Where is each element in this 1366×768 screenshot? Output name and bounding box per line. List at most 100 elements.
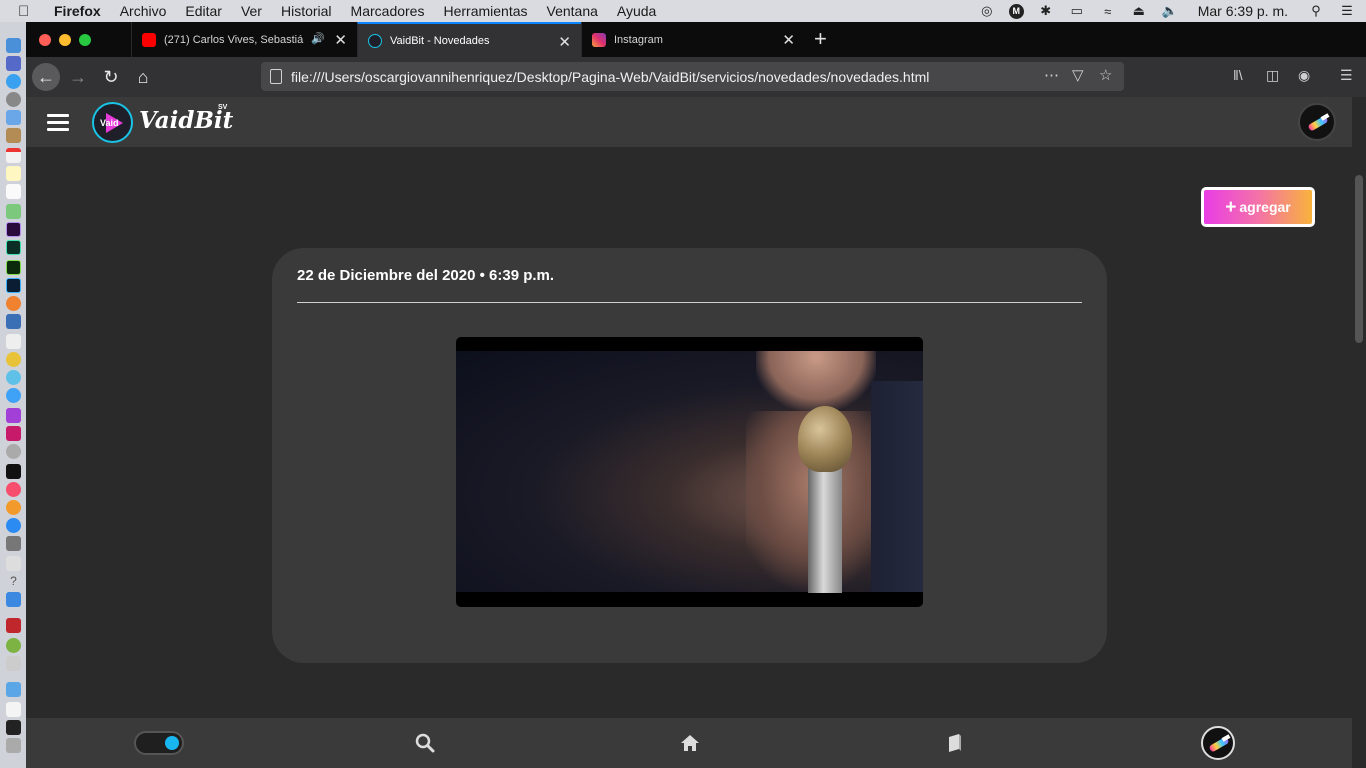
wifi-icon[interactable]: ≈ xyxy=(1099,4,1117,19)
chrome-icon[interactable] xyxy=(6,352,21,367)
notes-icon[interactable] xyxy=(6,166,21,181)
page-actions-icon[interactable]: ⋯ xyxy=(1044,66,1059,84)
premiere-icon[interactable] xyxy=(6,222,21,237)
forward-icon[interactable]: → xyxy=(64,63,92,91)
ps-express-icon[interactable] xyxy=(6,408,21,423)
mail-icon[interactable] xyxy=(6,110,21,125)
scanner-icon[interactable] xyxy=(6,656,21,671)
firefox-icon[interactable] xyxy=(6,296,21,311)
url-bar[interactable]: file:///Users/oscargiovannihenriquez/Des… xyxy=(261,62,1124,91)
speaker-icon[interactable]: 🔊 xyxy=(311,32,325,45)
reload-icon[interactable]: ↻ xyxy=(97,63,125,91)
contacts-icon[interactable] xyxy=(6,128,21,143)
menu-ventana[interactable]: Ventana xyxy=(547,3,598,19)
menubar-clock[interactable]: Mar 6:39 p. m. xyxy=(1198,3,1288,19)
logo-icon[interactable]: Vaid xyxy=(92,102,133,143)
preview-icon[interactable] xyxy=(6,314,21,329)
tab-instagram[interactable]: Instagram ✕ xyxy=(581,22,805,57)
window-close-button[interactable] xyxy=(39,34,51,46)
home-icon[interactable] xyxy=(679,732,701,754)
filezilla-icon[interactable] xyxy=(6,618,21,633)
help-icon[interactable]: ? xyxy=(6,574,21,589)
bluetooth-icon[interactable]: ✱ xyxy=(1037,3,1055,18)
audition-icon[interactable] xyxy=(6,240,21,255)
singer-face xyxy=(756,351,876,411)
post-date: 22 de Diciembre del 2020 • 6:39 p.m. xyxy=(297,267,555,284)
terminal-icon[interactable] xyxy=(6,464,21,479)
scrollbar-thumb[interactable] xyxy=(1355,175,1363,343)
close-tab-icon[interactable]: ✕ xyxy=(334,31,347,49)
siri-icon[interactable] xyxy=(6,56,21,71)
disk-icon[interactable] xyxy=(6,556,21,571)
reminders-icon[interactable] xyxy=(6,184,21,199)
tab-title: Instagram xyxy=(614,33,663,46)
app-store-icon[interactable] xyxy=(6,518,21,533)
window-minimize-button[interactable] xyxy=(59,34,71,46)
app-circle-icon[interactable] xyxy=(6,444,21,459)
status-m-icon[interactable]: M xyxy=(1008,3,1024,19)
calendar-icon[interactable] xyxy=(6,148,21,163)
library-icon[interactable]: ‖\ xyxy=(1233,67,1243,83)
textedit-icon[interactable] xyxy=(6,334,21,349)
video-player[interactable] xyxy=(456,337,923,607)
menu-archivo[interactable]: Archivo xyxy=(120,3,167,19)
messages-icon[interactable] xyxy=(6,388,21,403)
spotlight-search-icon[interactable]: ⚲ xyxy=(1307,3,1325,18)
microphone-head xyxy=(798,406,852,472)
finder-icon[interactable] xyxy=(6,38,21,53)
navigation-toolbar: ← → ↻ ⌂ file:///Users/oscargiovannihenri… xyxy=(26,57,1366,97)
maps-icon[interactable] xyxy=(6,370,21,385)
bookmark-star-icon[interactable]: ☆ xyxy=(1099,66,1112,84)
terminal-small-icon[interactable] xyxy=(6,720,21,735)
menu-editar[interactable]: Editar xyxy=(185,3,222,19)
android-icon[interactable] xyxy=(6,638,21,653)
yoast-icon[interactable] xyxy=(6,426,21,441)
sidebar-icon[interactable]: ◫ xyxy=(1266,67,1279,84)
page-scrollbar[interactable] xyxy=(1352,97,1366,768)
eject-icon[interactable]: ⏏ xyxy=(1130,3,1148,18)
new-tab-button[interactable]: + xyxy=(814,26,827,52)
dark-mode-toggle[interactable] xyxy=(134,731,184,755)
safari-icon[interactable] xyxy=(6,74,21,89)
menu-marcadores[interactable]: Marcadores xyxy=(351,3,425,19)
photos-icon[interactable] xyxy=(6,204,21,219)
notification-center-icon[interactable]: ☰ xyxy=(1338,3,1356,18)
airplay-icon[interactable]: ▭ xyxy=(1068,3,1086,18)
pocket-icon[interactable]: ▽ xyxy=(1072,66,1084,84)
profile-avatar[interactable] xyxy=(1201,726,1235,760)
close-tab-icon[interactable]: ✕ xyxy=(782,31,795,49)
volume-icon[interactable]: 🔈 xyxy=(1161,3,1179,18)
dreamweaver-icon[interactable] xyxy=(6,260,21,275)
creative-cloud-icon[interactable]: ◎ xyxy=(978,3,996,18)
window-zoom-button[interactable] xyxy=(79,34,91,46)
apple-menu-icon[interactable]:  xyxy=(18,3,40,20)
home-icon[interactable]: ⌂ xyxy=(129,63,157,91)
account-icon[interactable]: ◉ xyxy=(1298,67,1310,84)
trash-icon[interactable] xyxy=(6,738,21,753)
menu-app-name[interactable]: Firefox xyxy=(54,3,101,19)
logo-badge-text: Vaid xyxy=(100,118,119,128)
book-icon[interactable] xyxy=(944,732,966,754)
photoshop-icon[interactable] xyxy=(6,278,21,293)
tab-youtube[interactable]: (271) Carlos Vives, Sebastiá 🔊 ✕ xyxy=(131,22,357,57)
add-post-button[interactable]: + agregar xyxy=(1201,187,1315,227)
search-icon[interactable] xyxy=(414,732,436,754)
hamburger-menu-icon[interactable] xyxy=(47,114,69,131)
user-avatar[interactable] xyxy=(1298,103,1336,141)
site-logo-text[interactable]: VaidBit xyxy=(139,107,233,134)
tab-vaidbit[interactable]: VaidBit - Novedades ✕ xyxy=(357,22,581,57)
menu-ver[interactable]: Ver xyxy=(241,3,262,19)
music-icon[interactable] xyxy=(6,482,21,497)
menu-historial[interactable]: Historial xyxy=(281,3,332,19)
folder-icon[interactable] xyxy=(6,682,21,697)
close-tab-icon[interactable]: ✕ xyxy=(558,33,571,51)
menu-icon[interactable]: ☰ xyxy=(1340,67,1353,84)
menu-herramientas[interactable]: Herramientas xyxy=(443,3,527,19)
document-icon[interactable] xyxy=(6,702,21,717)
xcode-icon[interactable] xyxy=(6,592,21,607)
system-prefs-icon[interactable] xyxy=(6,536,21,551)
books-icon[interactable] xyxy=(6,500,21,515)
back-icon[interactable]: ← xyxy=(32,63,60,91)
menu-ayuda[interactable]: Ayuda xyxy=(617,3,656,19)
launchpad-icon[interactable] xyxy=(6,92,21,107)
